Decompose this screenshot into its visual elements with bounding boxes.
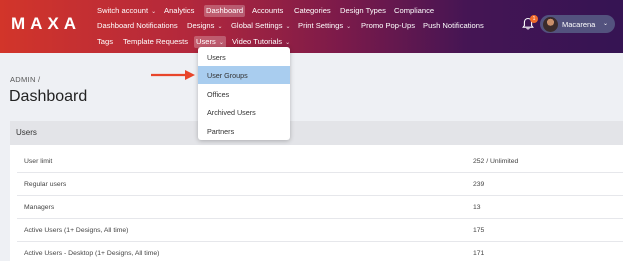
chevron-down-icon: ⌄ bbox=[346, 24, 352, 30]
nav-template-requests[interactable]: Template Requests bbox=[123, 36, 188, 48]
chevron-down-icon: ⌄ bbox=[285, 24, 291, 30]
app-logo[interactable]: MAXA bbox=[11, 14, 81, 34]
user-name: Macarena bbox=[562, 20, 596, 29]
panel-title: Users bbox=[16, 128, 37, 137]
nav-dashboard[interactable]: Dashboard bbox=[204, 5, 246, 17]
nav-push-notifications[interactable]: Push Notifications bbox=[423, 20, 484, 32]
row-value: 13 bbox=[473, 204, 481, 211]
chevron-down-icon: ⌄ bbox=[151, 9, 157, 15]
top-navbar: MAXA Switch account ⌄ Analytics Dashboard… bbox=[0, 0, 623, 53]
nav-dashboard-notifications[interactable]: Dashboard Notifications bbox=[97, 20, 178, 32]
row-label: User limit bbox=[24, 158, 53, 165]
pointer-arrow-icon bbox=[151, 70, 195, 80]
dropdown-item-offices[interactable]: Offices bbox=[198, 85, 290, 103]
nav-design-types[interactable]: Design Types bbox=[340, 5, 386, 17]
table-row: Regular users 239 bbox=[17, 174, 623, 196]
table-row: Managers 13 bbox=[17, 197, 623, 219]
dropdown-item-user-groups[interactable]: User Groups bbox=[198, 66, 290, 84]
row-value: 239 bbox=[473, 181, 485, 188]
page-title: Dashboard bbox=[9, 88, 88, 105]
row-value: 252 / Unlimited bbox=[473, 158, 519, 165]
users-dropdown-menu: Users User Groups Offices Archived Users… bbox=[198, 47, 290, 140]
row-label: Managers bbox=[24, 204, 55, 211]
nav-print-settings[interactable]: Print Settings ⌄ bbox=[298, 20, 351, 32]
row-label: Active Users - Desktop (1+ Designs, All … bbox=[24, 250, 160, 257]
chevron-down-icon: ⌄ bbox=[217, 24, 223, 30]
nav-accounts[interactable]: Accounts bbox=[252, 5, 283, 17]
table-row: Active Users (1+ Designs, All time) 175 bbox=[17, 220, 623, 242]
panel-header: Users bbox=[10, 121, 623, 145]
breadcrumb[interactable]: ADMIN / bbox=[10, 75, 40, 84]
row-label: Regular users bbox=[24, 181, 67, 188]
chevron-down-icon: ⌄ bbox=[218, 40, 224, 46]
row-value: 175 bbox=[473, 227, 485, 234]
row-value: 171 bbox=[473, 250, 485, 257]
nav-analytics[interactable]: Analytics bbox=[164, 5, 194, 17]
nav-tags[interactable]: Tags bbox=[97, 36, 113, 48]
users-panel: Users User limit 252 / Unlimited Regular… bbox=[10, 121, 623, 261]
nav-designs[interactable]: Designs ⌄ bbox=[187, 20, 222, 32]
nav-categories[interactable]: Categories bbox=[294, 5, 331, 17]
row-label: Active Users (1+ Designs, All time) bbox=[24, 227, 129, 234]
table-row: Active Users - Desktop (1+ Designs, All … bbox=[17, 243, 623, 261]
table-row: User limit 252 / Unlimited bbox=[17, 151, 623, 173]
nav-promo-popups[interactable]: Promo Pop-Ups bbox=[361, 20, 415, 32]
dropdown-item-users[interactable]: Users bbox=[198, 48, 290, 66]
nav-compliance[interactable]: Compliance bbox=[394, 5, 434, 17]
chevron-down-icon: ⌄ bbox=[285, 40, 291, 46]
dropdown-item-archived-users[interactable]: Archived Users bbox=[198, 103, 290, 121]
chevron-down-icon: ⌄ bbox=[603, 21, 609, 27]
nav-switch-account[interactable]: Switch account ⌄ bbox=[97, 5, 156, 17]
notification-badge: 1 bbox=[530, 15, 538, 23]
nav-global-settings[interactable]: Global Settings ⌄ bbox=[231, 20, 291, 32]
dropdown-item-partners[interactable]: Partners bbox=[198, 122, 290, 140]
avatar bbox=[543, 17, 558, 32]
